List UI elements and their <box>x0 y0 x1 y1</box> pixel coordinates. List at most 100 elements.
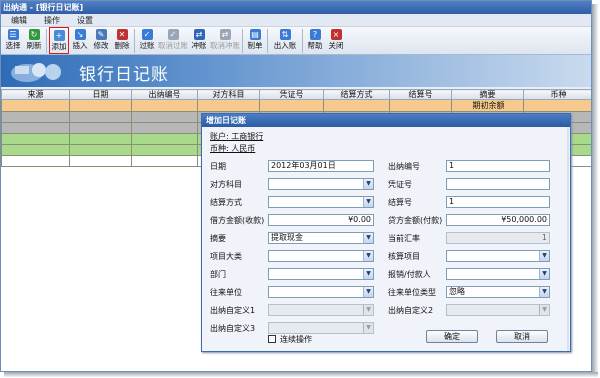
chevron-down-icon[interactable]: ▼ <box>539 269 549 279</box>
toolbar-label: 冲账 <box>191 41 207 50</box>
col-voucher-no[interactable]: 凭证号 <box>259 89 324 100</box>
dept-label: 部门 <box>210 270 226 279</box>
chevron-down-icon[interactable]: ▼ <box>363 287 373 297</box>
toolbar-help-button[interactable]: ? 帮助 <box>305 27 325 54</box>
voucher-icon: ▤ <box>249 29 261 40</box>
toolbar-label: 删除 <box>114 41 130 50</box>
menu-settings[interactable]: 设置 <box>77 15 93 26</box>
date-field[interactable]: 2012年03月01日 <box>268 160 374 172</box>
col-settle-method[interactable]: 结算方式 <box>323 89 390 100</box>
toolbar-label: 选择 <box>5 41 21 50</box>
edit-icon: ✎ <box>95 29 107 40</box>
partner-type-label: 往来单位类型 <box>388 288 436 297</box>
table-row[interactable]: 期初余额 <box>1 99 591 112</box>
toolbar-separator <box>46 29 47 53</box>
toolbar-unpost-button[interactable]: ✓ 取消过账 <box>158 27 188 54</box>
window-shadow <box>592 4 598 376</box>
date-label: 日期 <box>210 162 226 171</box>
category-select[interactable]: ▼ <box>268 250 374 262</box>
settle-method-select[interactable]: ▼ <box>268 196 374 208</box>
item-select[interactable]: ▼ <box>446 250 550 262</box>
toolbar-label: 插入 <box>72 41 88 50</box>
toolbar-separator <box>302 29 303 53</box>
inout-icon: ⇅ <box>279 29 291 40</box>
custom3-select[interactable]: ▼ <box>268 322 374 334</box>
summary-label: 摘要 <box>210 234 226 243</box>
toolbar-select-button[interactable]: ☰ 选择 <box>3 27 23 54</box>
counter-account-select[interactable]: ▼ <box>268 178 374 190</box>
chevron-down-icon[interactable]: ▼ <box>363 179 373 189</box>
chevron-down-icon[interactable]: ▼ <box>363 251 373 261</box>
col-settle-no[interactable]: 结算号 <box>389 89 452 100</box>
toolbar-close-button[interactable]: × 关闭 <box>326 27 346 54</box>
toolbar-label: 帮助 <box>307 41 323 50</box>
voucher-label: 凭证号 <box>388 180 412 189</box>
col-counter-account[interactable]: 对方科目 <box>197 89 260 100</box>
toolbar-label: 取消冲账 <box>210 41 240 50</box>
payee-select[interactable]: ▼ <box>446 268 550 280</box>
add-icon: + <box>53 30 65 41</box>
cancel-button[interactable]: 取消 <box>496 330 548 343</box>
toolbar-inout-button[interactable]: ⇅ 出入账 <box>270 27 300 54</box>
summary-cell: 期初余额 <box>451 99 524 112</box>
col-date[interactable]: 日期 <box>69 89 132 100</box>
toolbar-delete-button[interactable]: ✕ 删除 <box>112 27 132 54</box>
custom2-select[interactable]: ▼ <box>446 304 550 316</box>
chevron-down-icon[interactable]: ▼ <box>539 287 549 297</box>
toolbar-edit-button[interactable]: ✎ 修改 <box>91 27 111 54</box>
custom1-label: 出纳自定义1 <box>210 306 256 315</box>
custom1-select[interactable]: ▼ <box>268 304 374 316</box>
partner-select[interactable]: ▼ <box>268 286 374 298</box>
toolbar-add-button[interactable]: + 添加 <box>49 27 69 54</box>
toolbar-label: 过账 <box>139 41 155 50</box>
reverse-icon: ⇄ <box>193 29 205 40</box>
post-icon: ✓ <box>141 29 153 40</box>
chevron-down-icon[interactable]: ▼ <box>363 305 373 315</box>
chevron-down-icon[interactable]: ▼ <box>363 269 373 279</box>
col-cashier-no[interactable]: 出纳编号 <box>131 89 198 100</box>
page-title: 银行日记账 <box>79 65 169 85</box>
menu-edit[interactable]: 编辑 <box>11 15 27 26</box>
close-icon: × <box>330 29 342 40</box>
partner-type-select[interactable]: 忽略 ▼ <box>446 286 550 298</box>
page-banner: 银行日记账 <box>1 55 591 87</box>
chevron-down-icon[interactable]: ▼ <box>539 251 549 261</box>
continuous-label: 连续操作 <box>280 335 312 344</box>
chevron-down-icon[interactable]: ▼ <box>363 197 373 207</box>
chevron-down-icon[interactable]: ▼ <box>363 233 373 243</box>
settle-no-label: 结算号 <box>388 198 412 207</box>
toolbar-reverse-button[interactable]: ⇄ 冲账 <box>189 27 209 54</box>
ok-button[interactable]: 确定 <box>426 330 478 343</box>
continuous-checkbox[interactable] <box>268 335 276 343</box>
summary-value: 提取现金 <box>271 233 303 242</box>
dept-select[interactable]: ▼ <box>268 268 374 280</box>
chevron-down-icon[interactable]: ▼ <box>539 305 549 315</box>
table-header: 来源 日期 出纳编号 对方科目 凭证号 结算方式 结算号 摘要 币种 <box>1 89 591 100</box>
credit-amount-field[interactable]: ¥50,000.00 <box>446 214 550 226</box>
window-shadow <box>4 372 598 377</box>
toolbar-voucher-button[interactable]: ▤ 制单 <box>245 27 265 54</box>
dialog-scrollbar[interactable] <box>567 127 569 351</box>
select-icon: ☰ <box>7 29 19 40</box>
voucher-field[interactable] <box>446 178 550 190</box>
toolbar-post-button[interactable]: ✓ 过账 <box>137 27 157 54</box>
category-label: 项目大类 <box>210 252 242 261</box>
counter-account-label: 对方科目 <box>210 180 242 189</box>
custom3-label: 出纳自定义3 <box>210 324 256 333</box>
cashier-no-field[interactable]: 1 <box>446 160 550 172</box>
toolbar-refresh-button[interactable]: ↻ 刷新 <box>24 27 44 54</box>
currency-info: 币种: 人民币 <box>210 144 256 153</box>
debit-amount-field[interactable]: ¥0.00 <box>268 214 374 226</box>
col-currency[interactable]: 币种 <box>523 89 591 100</box>
settle-no-field[interactable]: 1 <box>446 196 550 208</box>
rate-field[interactable]: 1 <box>446 232 550 244</box>
chevron-down-icon[interactable]: ▼ <box>363 323 373 333</box>
toolbar-insert-button[interactable]: ↘ 插入 <box>70 27 90 54</box>
help-icon: ? <box>309 29 321 40</box>
toolbar-unreverse-button[interactable]: ⇄ 取消冲账 <box>210 27 240 54</box>
col-source[interactable]: 来源 <box>1 89 70 100</box>
toolbar-label: 刷新 <box>26 41 42 50</box>
summary-select[interactable]: 提取现金 ▼ <box>268 232 374 244</box>
col-summary[interactable]: 摘要 <box>451 89 524 100</box>
menu-operation[interactable]: 操作 <box>44 15 60 26</box>
